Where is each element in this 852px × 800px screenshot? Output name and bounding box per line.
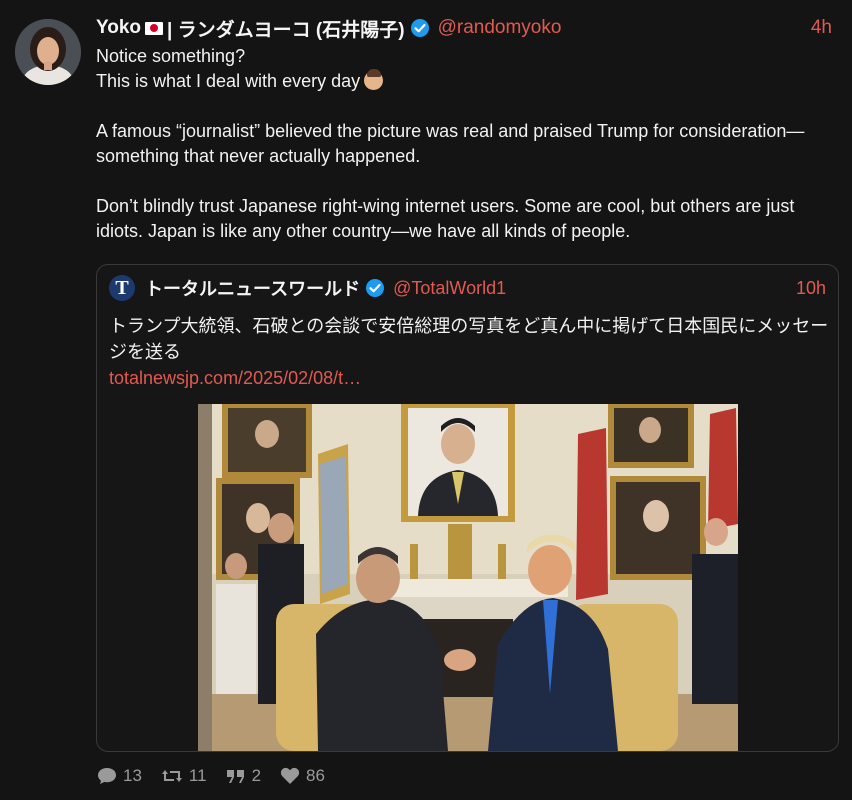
quoted-author-avatar[interactable]: T <box>109 275 135 301</box>
verified-badge-icon <box>410 18 430 38</box>
like-count: 86 <box>306 766 325 785</box>
quoted-tweet-body: トランプ大統領、石破との会談で安倍総理の写真をど真ん中に掲げて日本国民にメッセー… <box>109 316 829 362</box>
quoted-tweet-text: トランプ大統領、石破との会談で安倍総理の写真をど真ん中に掲げて日本国民にメッセー… <box>109 313 829 391</box>
avatar-image <box>15 19 81 85</box>
reply-button[interactable]: 13 <box>96 766 142 786</box>
facepalm-emoji-icon <box>364 69 384 90</box>
quoted-tweet-timestamp[interactable]: 10h <box>796 278 826 299</box>
reply-icon <box>98 768 116 784</box>
tweet-header: Yoko | ランダムヨーコ (石井陽子) @randomyoko 4h <box>96 14 832 42</box>
tweet-line: A famous “journalist” believed the pictu… <box>96 121 805 166</box>
verified-badge-icon <box>365 278 385 298</box>
quoted-tweet-link[interactable]: totalnewsjp.com/2025/02/08/t… <box>109 368 361 388</box>
quoted-author-name[interactable]: トータルニュースワールド <box>145 275 360 301</box>
quoted-tweet-header: T トータルニュースワールド @TotalWorld1 10h <box>109 275 826 301</box>
heart-icon <box>280 767 300 784</box>
tweet-actions: 13 11 2 86 <box>96 764 343 788</box>
retweet-count: 11 <box>188 766 207 785</box>
tweet-text: Notice something? This is what I deal wi… <box>96 44 836 244</box>
quoted-tweet-card[interactable]: T トータルニュースワールド @TotalWorld1 10h トランプ大統領、… <box>96 264 839 752</box>
quote-icon <box>226 770 244 783</box>
retweet-button[interactable]: 11 <box>160 766 207 786</box>
tweet-line-text: This is what I deal with every day <box>96 71 361 91</box>
tweet-line: Don’t blindly trust Japanese right-wing … <box>96 196 795 241</box>
retweet-icon <box>161 770 182 782</box>
quote-button[interactable]: 2 <box>225 766 261 786</box>
like-button[interactable]: 86 <box>279 766 325 786</box>
author-avatar[interactable] <box>15 19 81 85</box>
tweet-line: Notice something? <box>96 46 246 66</box>
author-handle[interactable]: @randomyoko <box>438 17 562 39</box>
author-name[interactable]: Yoko <box>96 17 141 39</box>
reply-count: 13 <box>123 766 142 785</box>
quoted-tweet-photo[interactable] <box>198 404 738 751</box>
tweet-timestamp[interactable]: 4h <box>811 17 832 39</box>
author-name-suffix[interactable]: | ランダムヨーコ (石井陽子) <box>167 15 405 42</box>
quote-count: 2 <box>251 766 262 785</box>
quoted-author-handle[interactable]: @TotalWorld1 <box>393 278 506 299</box>
tweet-line: This is what I deal with every day <box>96 69 836 94</box>
japan-flag-icon <box>145 21 164 35</box>
